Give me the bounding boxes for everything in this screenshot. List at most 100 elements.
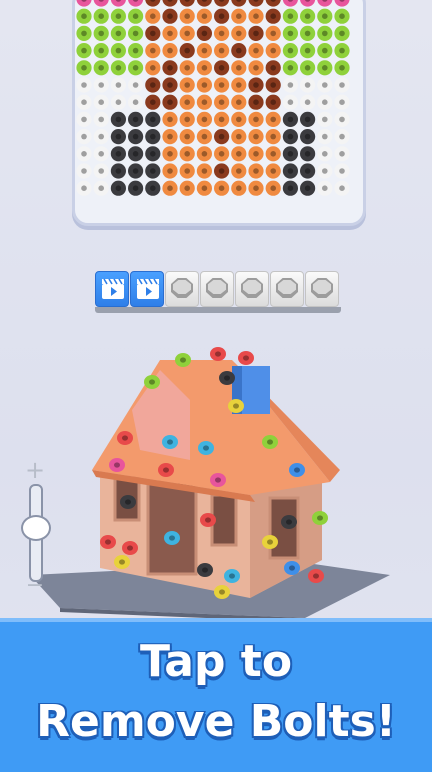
empty-slot-icon	[311, 278, 333, 298]
grid-bolt-hole	[132, 168, 139, 174]
grid-bolt-hole	[167, 185, 173, 191]
house-bolt-hole	[169, 535, 175, 541]
grid-bolt-hole	[115, 116, 122, 123]
grid-bolt-hole	[115, 133, 122, 140]
grid-bolt-hole	[236, 168, 242, 174]
grid-bolt-hole	[322, 185, 328, 191]
house-bolt-hole	[317, 515, 323, 521]
house-bolt-hole	[119, 559, 125, 565]
grid-bolt-hole	[304, 47, 311, 54]
grid-bolt-hole	[150, 116, 156, 123]
house-bolt-hole	[125, 499, 131, 505]
zoom-knob[interactable]	[21, 515, 51, 542]
house-bolt-hole	[180, 357, 186, 363]
slot-empty-3[interactable]	[235, 271, 269, 307]
house-bolt-hole	[215, 477, 221, 483]
grid-bolt-hole	[81, 13, 87, 20]
grid-bolt-hole	[150, 185, 156, 191]
grid-bolt-hole	[167, 65, 173, 71]
house-bolt-hole	[219, 589, 225, 595]
grid-bolt-hole	[287, 47, 294, 54]
grid-bolt-hole	[270, 151, 276, 157]
grid-bolt-hole	[201, 151, 208, 157]
grid-bolt-hole	[253, 13, 259, 20]
grid-bolt-hole	[339, 99, 345, 105]
slot-empty-1[interactable]	[165, 271, 199, 307]
grid-bolt-hole	[287, 116, 294, 123]
grid-bolt-hole	[339, 13, 345, 20]
grid-bolt-hole	[184, 168, 190, 174]
grid-bolt-hole	[270, 99, 276, 105]
slot-empty-2[interactable]	[200, 271, 234, 307]
grid-bolt-hole	[304, 82, 311, 88]
grid-bolt-hole	[322, 30, 328, 37]
zoom-minus-icon[interactable]: −	[18, 575, 52, 597]
slot-empty-5[interactable]	[305, 271, 339, 307]
grid-bolt-hole	[115, 151, 122, 157]
grid-bolt-hole	[304, 99, 311, 105]
slot-video-2[interactable]	[130, 271, 164, 307]
grid-bolt-hole	[98, 30, 104, 37]
grid-bolt-hole	[98, 13, 104, 20]
grid-bolt-hole	[339, 185, 345, 191]
zoom-plus-icon[interactable]: +	[18, 458, 52, 482]
grid-bolt-hole	[339, 116, 345, 123]
grid-bolt-hole	[115, 168, 122, 174]
house-bolt-hole	[167, 439, 173, 445]
grid-bolt-hole	[236, 13, 242, 20]
grid-bolt-hole	[218, 30, 225, 37]
grid-bolt-hole	[304, 30, 311, 37]
video-icon	[102, 278, 124, 299]
grid-bolt-hole	[339, 151, 345, 157]
grid-bolt-hole	[201, 30, 208, 37]
house-bolt-hole	[313, 573, 319, 579]
grid-bolt-hole	[81, 99, 87, 105]
video-icon	[137, 278, 159, 299]
grid-bolt-hole	[201, 185, 208, 191]
empty-slot-icon	[241, 278, 263, 298]
grid-bolt-hole	[132, 133, 139, 140]
grid-bolt-hole	[287, 133, 294, 140]
grid-bolt-hole	[132, 47, 139, 54]
grid-bolt-hole	[339, 133, 345, 140]
grid-bolt-hole	[150, 168, 156, 174]
grid-bolt-hole	[201, 47, 208, 54]
window-right	[268, 496, 300, 560]
grid-bolt-hole	[218, 47, 225, 54]
grid-bolt-hole	[322, 82, 328, 88]
grid-bolt-hole	[150, 13, 156, 20]
empty-slot-icon	[206, 278, 228, 298]
grid-bolt-hole	[339, 30, 345, 37]
grid-bolt-hole	[98, 168, 104, 174]
grid-bolt-hole	[253, 185, 259, 191]
grid-bolt-hole	[81, 82, 87, 88]
slot-empty-4[interactable]	[270, 271, 304, 307]
house-bolt-hole	[267, 439, 273, 445]
grid-bolt-hole	[150, 82, 156, 88]
promo-banner: Tap to Remove Bolts!	[0, 618, 432, 772]
grid-bolt-hole	[115, 82, 122, 88]
house-bolt-hole	[294, 467, 300, 473]
grid-bolt-hole	[81, 116, 87, 123]
slot-video-1[interactable]	[95, 271, 129, 307]
grid-bolt-hole	[270, 30, 276, 37]
grid-bolt-hole	[339, 168, 345, 174]
grid-bolt-hole	[150, 151, 156, 157]
grid-bolt-hole	[287, 65, 294, 71]
grid-bolt-hole	[270, 47, 276, 54]
zoom-slider[interactable]: + −	[18, 458, 52, 597]
grid-bolt-hole	[218, 13, 225, 20]
grid-bolt-hole	[304, 13, 311, 20]
grid-bolt-hole	[115, 185, 122, 191]
grid-bolt-hole	[150, 99, 156, 105]
house-bolt-hole	[105, 539, 111, 545]
grid-bolt-hole	[322, 116, 328, 123]
grid-bolt-hole	[218, 65, 225, 71]
grid-bolt-hole	[150, 65, 156, 71]
bolt-grid[interactable]	[75, 0, 363, 223]
grid-bolt-hole	[184, 116, 190, 123]
grid-bolt-hole	[236, 185, 242, 191]
house-bolt-hole	[224, 375, 230, 381]
house-model[interactable]	[0, 330, 432, 630]
grid-bolt-hole	[236, 99, 242, 105]
